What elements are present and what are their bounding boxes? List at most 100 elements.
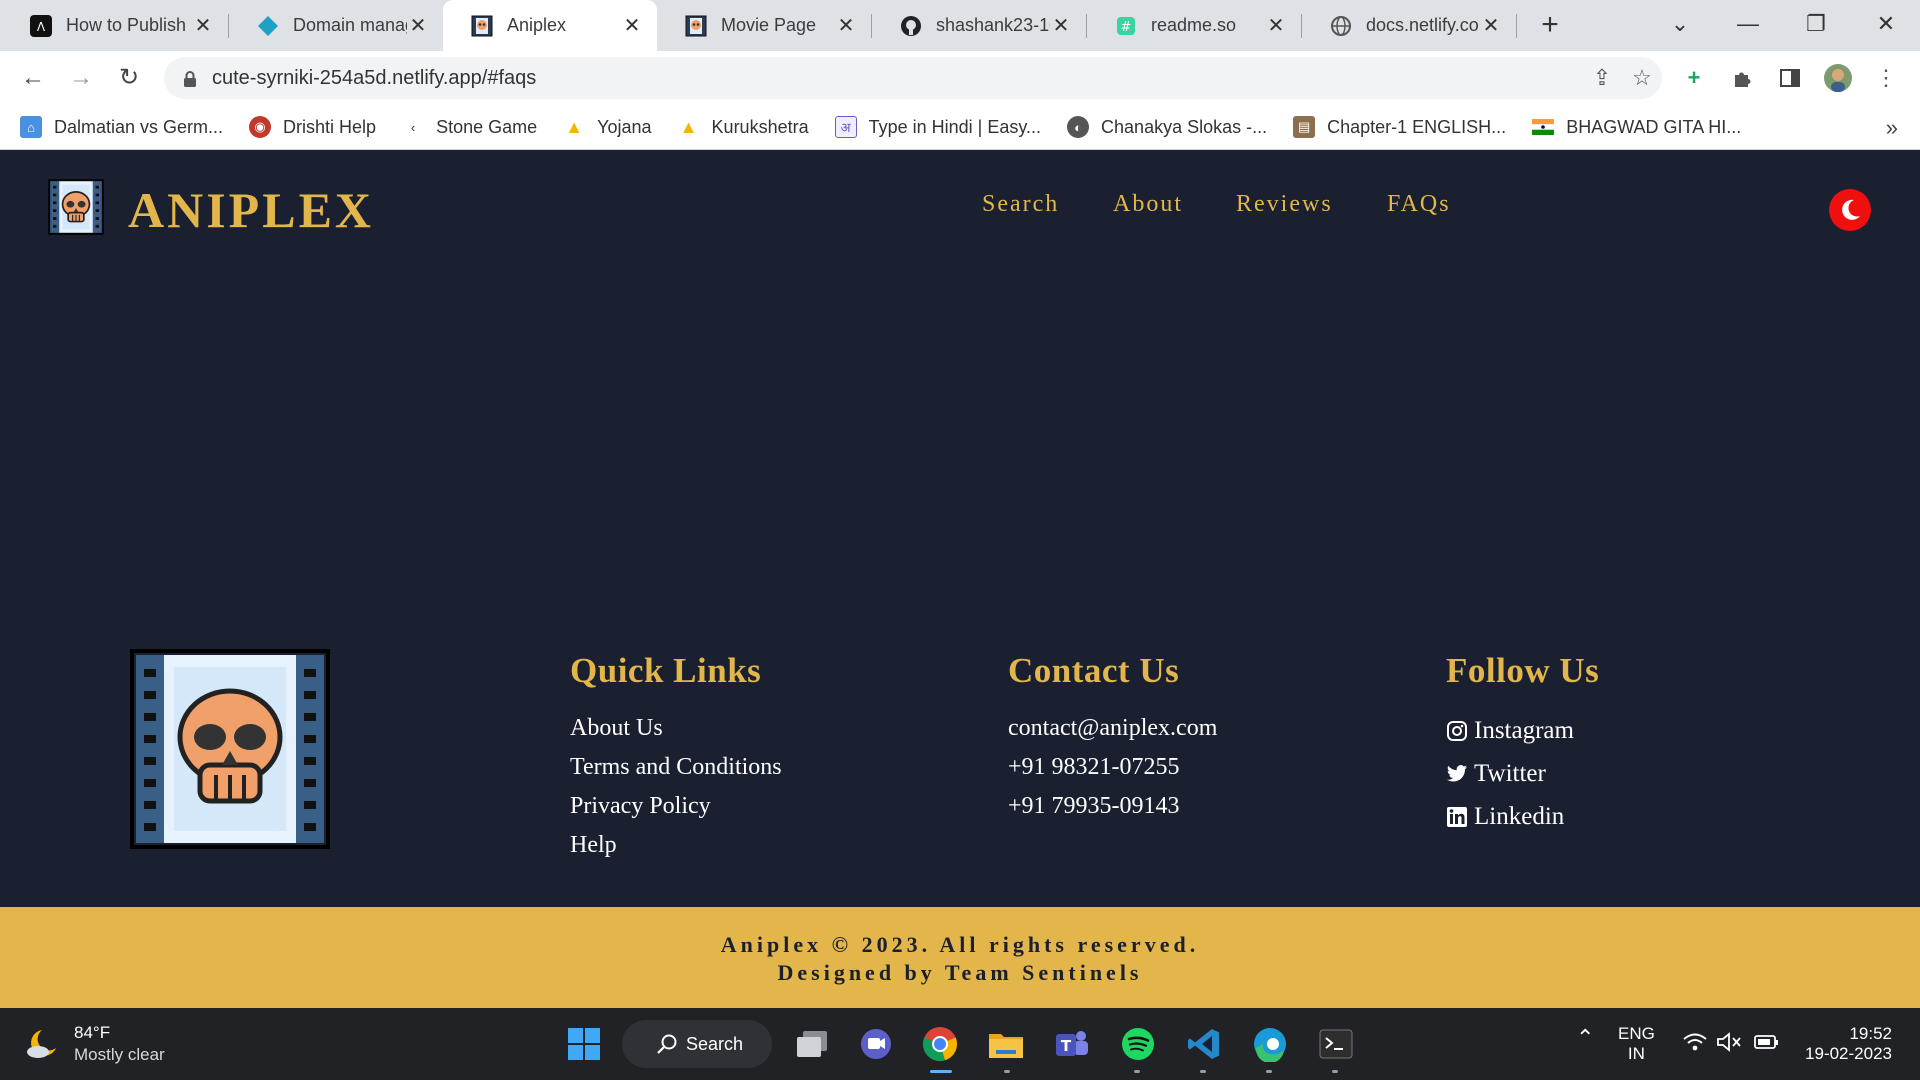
tab-docs-netlify[interactable]: docs.netlify.cor ✕ — [1302, 0, 1516, 51]
battery-icon[interactable] — [1752, 1032, 1780, 1057]
tab-aniplex[interactable]: Aniplex ✕ — [443, 0, 657, 51]
contact-email[interactable]: contact@aniplex.com — [1008, 709, 1217, 748]
volume-muted-icon[interactable] — [1716, 1032, 1742, 1057]
url-text[interactable]: cute-syrniki-254a5d.netlify.app/#faqs — [212, 67, 1582, 90]
address-toolbar: ← → ↻ cute-syrniki-254a5d.netlify.app/#f… — [0, 51, 1920, 105]
language-indicator[interactable]: ENG IN — [1618, 1024, 1655, 1064]
footer-quick-links: Quick Links About Us Terms and Condition… — [570, 651, 782, 865]
forward-button[interactable]: → — [64, 61, 98, 95]
close-icon[interactable]: ✕ — [621, 13, 643, 38]
omnibox[interactable]: cute-syrniki-254a5d.netlify.app/#faqs ⇪ … — [164, 57, 1662, 99]
footer-link-terms[interactable]: Terms and Conditions — [570, 748, 782, 787]
running-indicator — [1004, 1070, 1010, 1073]
vscode-icon[interactable] — [1182, 1022, 1226, 1066]
bookmark-item[interactable]: ▤ Chapter-1 ENGLISH... — [1293, 116, 1506, 138]
close-icon[interactable]: ✕ — [1265, 13, 1287, 38]
bookmark-item[interactable]: ▲ Yojana — [563, 116, 651, 138]
close-window-button[interactable]: ✕ — [1866, 6, 1906, 42]
tab-domain-management[interactable]: Domain manag ✕ — [229, 0, 443, 51]
show-hidden-icons-chevron-icon[interactable]: ⌃ — [1576, 1027, 1594, 1049]
bookmark-item[interactable]: ‹ Stone Game — [402, 116, 537, 138]
side-panel-icon[interactable] — [1773, 61, 1807, 95]
contact-phone-1[interactable]: +91 98321-07255 — [1008, 748, 1217, 787]
profile-avatar[interactable] — [1821, 61, 1855, 95]
teams-icon[interactable]: T — [1050, 1022, 1094, 1066]
restore-button[interactable]: ❐ — [1796, 6, 1836, 42]
tab-how-to-publish[interactable]: Λ How to Publish ✕ — [0, 0, 228, 51]
bookmark-label: Chapter-1 ENGLISH... — [1327, 116, 1507, 137]
close-icon[interactable]: ✕ — [835, 13, 857, 38]
task-view-icon[interactable] — [790, 1022, 834, 1066]
svg-text:T: T — [1061, 1037, 1072, 1055]
graduation-cap-icon: ▲ — [679, 116, 698, 137]
bookmark-item[interactable]: ◐ Chanakya Slokas -... — [1067, 116, 1267, 138]
github-favicon-icon — [900, 15, 922, 37]
teams-chat-icon[interactable] — [854, 1022, 898, 1066]
copyright-text: Aniplex © 2023. All rights reserved. — [720, 932, 1200, 957]
linkedin-icon — [1446, 806, 1468, 828]
tab-github[interactable]: shashank23-10 ✕ — [872, 0, 1086, 51]
taskbar-search-button[interactable]: Search — [622, 1020, 772, 1068]
social-twitter[interactable]: Twitter — [1446, 752, 1599, 795]
edge-icon[interactable] — [1248, 1022, 1292, 1066]
aniplex-site: ANIPLEX Search About Reviews FAQs Quick … — [0, 155, 1920, 1008]
social-linkedin[interactable]: Linkedin — [1446, 795, 1599, 838]
clock[interactable]: 19:52 19-02-2023 — [1800, 1024, 1892, 1064]
theme-toggle-button[interactable] — [1829, 189, 1871, 231]
extensions-puzzle-icon[interactable] — [1725, 61, 1759, 95]
nav-reviews[interactable]: Reviews — [1236, 191, 1333, 218]
share-icon[interactable]: ⇪ — [1582, 65, 1622, 91]
tab-title: How to Publish — [66, 15, 187, 35]
back-button[interactable]: ← — [16, 61, 50, 95]
running-indicator — [930, 1070, 952, 1073]
terminal-icon[interactable] — [1314, 1022, 1358, 1066]
minimize-button[interactable]: — — [1728, 6, 1768, 42]
bookmark-item[interactable]: ⌂ Dalmatian vs Germ... — [20, 116, 223, 138]
taskbar-search-label: Search — [686, 1033, 744, 1054]
bookmark-item[interactable]: ◉ Drishti Help — [249, 116, 376, 138]
tab-search-chevron-icon[interactable]: ⌄ — [1660, 6, 1700, 42]
tab-readme-so[interactable]: # readme.so ✕ — [1087, 0, 1301, 51]
nav-about[interactable]: About — [1113, 191, 1183, 218]
bookmark-item[interactable]: ▲ Kurukshetra — [678, 116, 809, 138]
file-explorer-icon[interactable] — [984, 1022, 1028, 1066]
menu-kebab-icon[interactable]: ⋮ — [1869, 61, 1903, 95]
moon-icon — [1842, 199, 1860, 220]
footer-link-about-us[interactable]: About Us — [570, 709, 782, 748]
tab-title: Aniplex — [507, 15, 567, 35]
region-code: IN — [1627, 1044, 1645, 1063]
footer-skull-logo-icon — [130, 649, 330, 849]
nav-faqs[interactable]: FAQs — [1387, 191, 1451, 218]
close-icon[interactable]: ✕ — [1050, 13, 1072, 38]
tab-movie-page[interactable]: Movie Page ✕ — [657, 0, 871, 51]
footer-link-help[interactable]: Help — [570, 826, 782, 865]
bookmark-item[interactable]: अ Type in Hindi | Easy... — [834, 116, 1041, 138]
extension-plus-icon[interactable]: + — [1677, 61, 1711, 95]
close-icon[interactable]: ✕ — [192, 13, 214, 38]
hindi-icon: अ — [834, 116, 857, 138]
brand-title[interactable]: ANIPLEX — [128, 181, 374, 239]
bookmark-label: Yojana — [597, 116, 652, 137]
skull-logo-icon[interactable] — [48, 179, 104, 235]
clock-time: 19:52 — [1849, 1024, 1892, 1043]
footer-link-privacy[interactable]: Privacy Policy — [570, 787, 782, 826]
instagram-icon — [1446, 720, 1468, 742]
weather-widget[interactable]: 84°F Mostly clear — [24, 1022, 165, 1066]
language-code: ENG — [1618, 1024, 1655, 1043]
bookmark-label: Chanakya Slokas -... — [1101, 116, 1268, 137]
spotify-icon[interactable] — [1116, 1022, 1160, 1066]
wifi-icon[interactable] — [1682, 1032, 1708, 1057]
close-icon[interactable]: ✕ — [1480, 13, 1502, 38]
close-icon[interactable]: ✕ — [407, 13, 429, 38]
more-bookmarks-chevron-icon[interactable]: » — [1886, 115, 1898, 141]
new-tab-button[interactable]: + — [1535, 8, 1565, 42]
reload-button[interactable]: ↻ — [112, 61, 146, 95]
bookmark-star-icon[interactable]: ☆ — [1622, 65, 1662, 91]
lock-icon[interactable] — [182, 70, 198, 87]
bookmark-item[interactable]: BHAGWAD GITA HI... — [1532, 116, 1741, 138]
social-instagram[interactable]: Instagram — [1446, 709, 1599, 752]
chrome-icon[interactable] — [918, 1022, 962, 1066]
nav-search[interactable]: Search — [982, 191, 1059, 218]
windows-start-icon[interactable] — [562, 1022, 606, 1066]
contact-phone-2[interactable]: +91 79935-09143 — [1008, 787, 1217, 826]
